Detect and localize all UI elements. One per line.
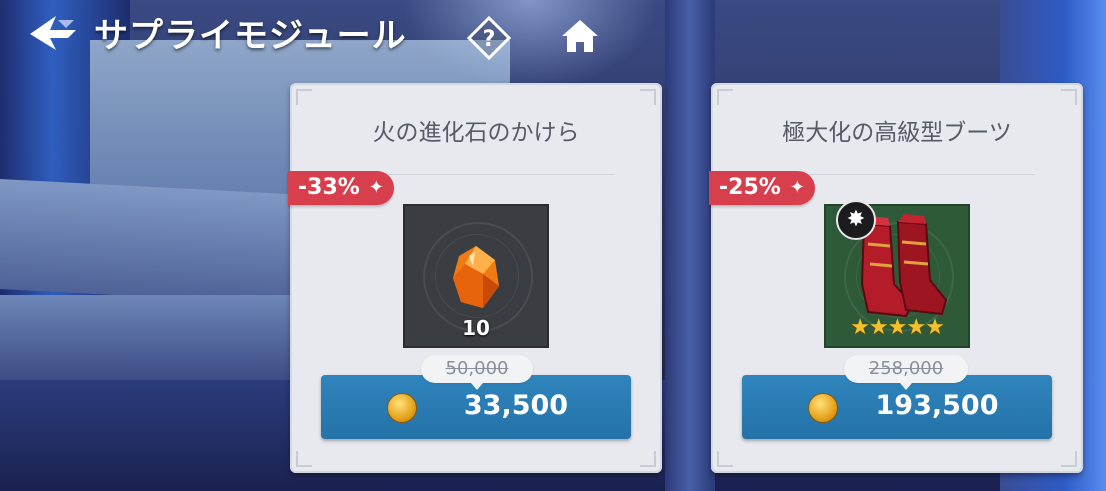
item-name: 極大化の高級型ブーツ	[782, 120, 1012, 146]
discount-text: -25%	[719, 175, 781, 200]
gold-coin-icon	[387, 393, 417, 423]
gold-coin-icon	[808, 393, 838, 423]
original-price: 50,000	[421, 355, 533, 390]
special-effect-icon: ✸	[836, 200, 876, 240]
price: 193,500	[875, 390, 999, 421]
svg-text:?: ?	[483, 27, 496, 52]
original-price: 258,000	[844, 355, 968, 390]
discount-badge: -33% ✦	[288, 171, 394, 205]
shop-item-card[interactable]: 極大化の高級型ブーツ -25% ✦ ★★★★★ ✸ 258,000 193,50…	[709, 83, 1083, 473]
help-button[interactable]: ?	[466, 15, 512, 61]
home-icon	[562, 20, 598, 52]
item-quantity: 10	[462, 316, 490, 340]
price: 33,500	[463, 390, 569, 421]
sparkle-icon: ✦	[368, 177, 384, 198]
shop-item-card[interactable]: 火の進化石のかけら -33% ✦ 10 50,000 33,500	[288, 83, 662, 473]
back-arrow-icon	[30, 16, 76, 50]
home-button[interactable]	[558, 16, 602, 56]
help-icon: ?	[466, 15, 512, 61]
back-button[interactable]	[28, 10, 80, 54]
page-title: サプライモジュール	[94, 16, 407, 56]
sparkle-icon: ✦	[789, 177, 805, 198]
discount-text: -33%	[298, 175, 360, 200]
item-icon-frame[interactable]: 10	[403, 204, 549, 348]
rarity-stars: ★★★★★	[850, 315, 945, 340]
header: サプライモジュール ?	[0, 0, 700, 70]
item-name: 火の進化石のかけら	[372, 120, 580, 146]
discount-badge: -25% ✦	[709, 171, 815, 205]
buy-button[interactable]: 193,500	[742, 375, 1052, 439]
